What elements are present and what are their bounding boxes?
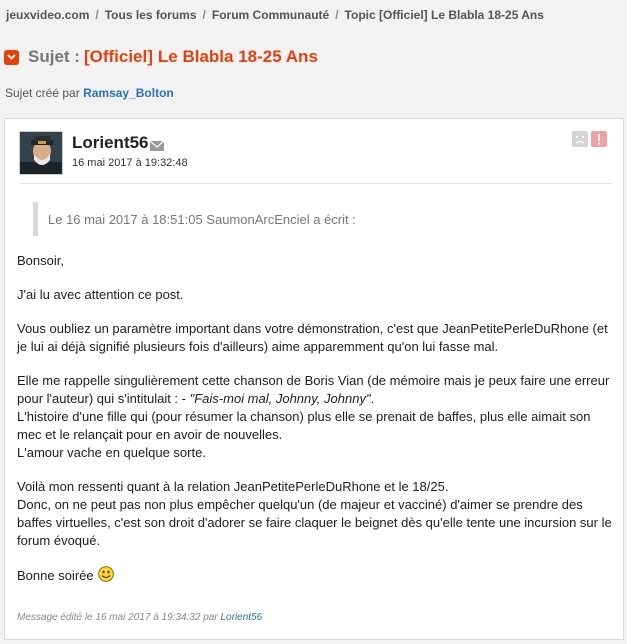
- breadcrumb: jeuxvideo.com / Tous les forums / Forum …: [0, 0, 627, 26]
- topic-title: Sujet : [Officiel] Le Blabla 18-25 Ans: [0, 42, 627, 72]
- post-paragraph: Bonne soirée: [17, 566, 613, 587]
- quote-block: Le 16 mai 2017 à 18:51:05 SaumonArcEncie…: [33, 202, 613, 236]
- post-paragraph: Vous oubliez un paramètre important dans…: [17, 321, 608, 354]
- post-divider: [19, 183, 613, 184]
- post-edited-label: Message édité le 16 mai 2017 à 19:34:32 …: [17, 612, 218, 623]
- post-text: Bonne soirée: [17, 568, 94, 583]
- smiley-icon: [97, 566, 114, 587]
- breadcrumb-item-forum[interactable]: Forum Communauté: [212, 8, 329, 22]
- post-text: Donc, on ne peut pas non plus empêcher q…: [17, 497, 612, 548]
- topic-creator-link[interactable]: Ramsay_Bolton: [83, 86, 174, 100]
- post-edited-by-link[interactable]: Lorient56: [220, 612, 262, 623]
- topic-creator: Sujet créé par Ramsay_Bolton: [0, 86, 627, 100]
- post-text: L'histoire d'une fille qui (pour résumer…: [17, 409, 591, 442]
- post-edited-note: Message édité le 16 mai 2017 à 19:34:32 …: [17, 612, 262, 623]
- post-author[interactable]: Lorient56: [72, 133, 149, 153]
- post-paragraph: Bonsoir,: [17, 253, 64, 268]
- post-text: Voilà mon ressenti quant à la relation J…: [17, 479, 449, 494]
- post-paragraph: J'ai lu avec attention ce post.: [17, 287, 184, 302]
- breadcrumb-item-home[interactable]: jeuxvideo.com: [6, 8, 89, 22]
- topic-title-tag: [Officiel]: [83, 47, 153, 66]
- breadcrumb-item-all-forums[interactable]: Tous les forums: [105, 8, 197, 22]
- topic-title-text: Le Blabla 18-25 Ans: [157, 47, 318, 66]
- post-body: Bonsoir, J'ai lu avec attention ce post.…: [17, 252, 613, 603]
- topic-creator-label: Sujet créé par: [5, 86, 80, 100]
- breadcrumb-separator: /: [335, 8, 339, 22]
- alert-icon[interactable]: [591, 131, 607, 152]
- avatar[interactable]: [19, 131, 63, 175]
- topic-title-prefix: Sujet :: [28, 47, 80, 66]
- breadcrumb-item-topic[interactable]: Topic [Officiel] Le Blabla 18-25 Ans: [345, 8, 544, 22]
- sad-face-icon[interactable]: [572, 131, 588, 152]
- mail-icon[interactable]: [149, 138, 165, 156]
- breadcrumb-separator: /: [202, 8, 206, 22]
- post-italic-text: "Fais-moi mal, Johnny, Johnny": [189, 391, 371, 406]
- post-text: .: [370, 391, 375, 406]
- post-paragraph: Voilà mon ressenti quant à la relation J…: [17, 478, 613, 550]
- breadcrumb-separator: /: [95, 8, 99, 22]
- post-text: L'amour vache en quelque sorte.: [17, 445, 206, 460]
- post-header: Lorient56 16 mai 2017 à 19:32:48: [19, 129, 613, 179]
- forum-post: Lorient56 16 mai 2017 à 19:32:48 Le 16 m…: [4, 118, 624, 640]
- quote-header: Le 16 mai 2017 à 18:51:05 SaumonArcEncie…: [48, 211, 356, 227]
- post-paragraph: Elle me rappelle singulièrement cette ch…: [17, 372, 613, 462]
- post-date[interactable]: 16 mai 2017 à 19:32:48: [72, 157, 188, 169]
- chevron-down-icon[interactable]: [4, 49, 19, 65]
